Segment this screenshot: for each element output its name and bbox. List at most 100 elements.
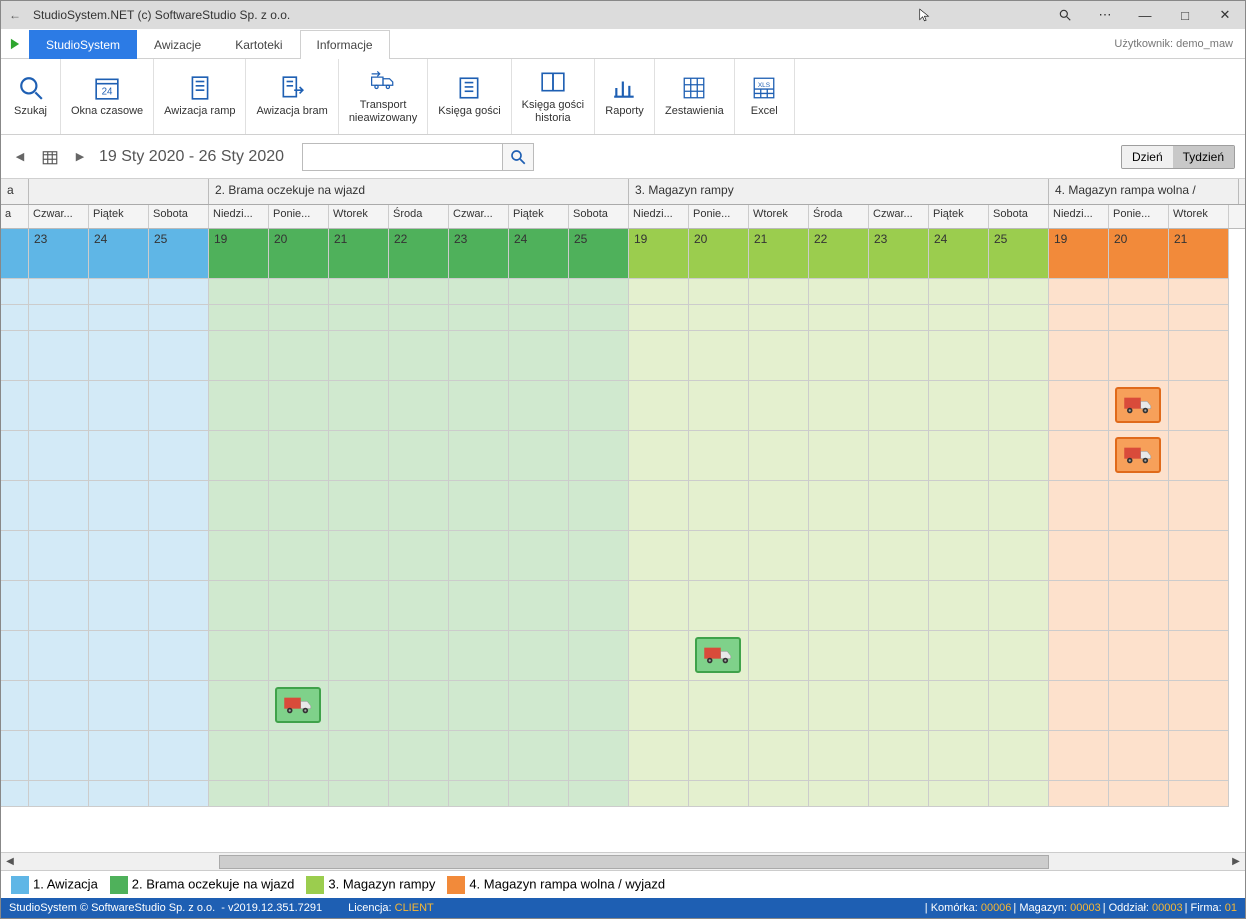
grid-cell[interactable]	[629, 381, 689, 431]
grid-cell[interactable]	[1109, 381, 1169, 431]
grid-cell[interactable]	[749, 481, 809, 531]
grid-cell[interactable]	[89, 481, 149, 531]
grid-cell[interactable]	[569, 581, 629, 631]
grid-cell[interactable]	[1109, 331, 1169, 381]
grid-cell[interactable]	[809, 681, 869, 731]
grid-cell[interactable]	[329, 305, 389, 331]
grid-cell[interactable]	[209, 781, 269, 807]
grid-cell[interactable]	[1049, 481, 1109, 531]
ribbon-excel[interactable]: XLSExcel	[735, 59, 795, 134]
grid-cell[interactable]	[689, 431, 749, 481]
grid-cell[interactable]	[749, 381, 809, 431]
grid-cell[interactable]	[989, 431, 1049, 481]
grid-cell[interactable]	[329, 581, 389, 631]
grid-cell[interactable]	[1049, 731, 1109, 781]
truck-event-icon[interactable]	[275, 687, 321, 723]
grid-cell[interactable]	[89, 381, 149, 431]
grid-cell[interactable]	[29, 581, 89, 631]
grid-cell[interactable]	[989, 631, 1049, 681]
horizontal-scrollbar[interactable]: ◀ ▶	[1, 852, 1245, 870]
grid-cell[interactable]	[209, 331, 269, 381]
back-icon[interactable]: ←	[1, 8, 29, 22]
grid-cell[interactable]	[389, 381, 449, 431]
grid-cell[interactable]	[389, 631, 449, 681]
grid-cell[interactable]	[989, 781, 1049, 807]
grid-cell[interactable]	[689, 481, 749, 531]
ribbon-zestawienia[interactable]: Zestawienia	[655, 59, 735, 134]
grid-cell[interactable]	[929, 331, 989, 381]
grid-cell[interactable]	[569, 531, 629, 581]
grid-cell[interactable]	[1169, 481, 1229, 531]
grid-cell[interactable]	[569, 731, 629, 781]
grid-cell[interactable]	[1169, 331, 1229, 381]
grid-cell[interactable]	[89, 781, 149, 807]
grid-cell[interactable]	[1109, 431, 1169, 481]
grid-cell[interactable]	[329, 279, 389, 305]
ribbon-okna-czasowe[interactable]: 24Okna czasowe	[61, 59, 154, 134]
grid-cell[interactable]	[149, 581, 209, 631]
grid-cell[interactable]	[929, 279, 989, 305]
grid-cell[interactable]	[1169, 781, 1229, 807]
scroll-left-icon[interactable]: ◀	[1, 853, 19, 871]
grid-cell[interactable]	[209, 381, 269, 431]
grid-cell[interactable]	[389, 431, 449, 481]
grid-cell[interactable]	[629, 781, 689, 807]
grid-cell[interactable]	[989, 681, 1049, 731]
grid-cell[interactable]	[569, 481, 629, 531]
grid-cell[interactable]	[149, 381, 209, 431]
grid-cell[interactable]	[1169, 731, 1229, 781]
grid-cell[interactable]	[1, 481, 29, 531]
grid-cell[interactable]	[29, 631, 89, 681]
grid-cell[interactable]	[449, 481, 509, 531]
ribbon-księga-gości-historia[interactable]: Księga gościhistoria	[512, 59, 595, 134]
search-button[interactable]	[502, 143, 534, 171]
minimize-icon[interactable]: —	[1125, 1, 1165, 29]
titlebar-more-icon[interactable]: ⋯	[1085, 1, 1125, 29]
grid-cell[interactable]	[1, 331, 29, 381]
grid-cell[interactable]	[989, 305, 1049, 331]
grid-cell[interactable]	[929, 481, 989, 531]
grid-cell[interactable]	[269, 681, 329, 731]
grid-cell[interactable]	[209, 681, 269, 731]
grid-cell[interactable]	[149, 279, 209, 305]
grid-cell[interactable]	[29, 381, 89, 431]
truck-event-icon[interactable]	[695, 637, 741, 673]
grid-cell[interactable]	[1169, 279, 1229, 305]
grid-cell[interactable]	[29, 531, 89, 581]
grid-cell[interactable]	[29, 781, 89, 807]
grid-cell[interactable]	[749, 279, 809, 305]
grid-cell[interactable]	[29, 681, 89, 731]
tab-kartoteki[interactable]: Kartoteki	[218, 30, 299, 59]
grid-cell[interactable]	[749, 305, 809, 331]
grid-cell[interactable]	[989, 481, 1049, 531]
grid-cell[interactable]	[689, 731, 749, 781]
grid-cell[interactable]	[809, 305, 869, 331]
grid-cell[interactable]	[1049, 381, 1109, 431]
grid-cell[interactable]	[569, 331, 629, 381]
toggle-week[interactable]: Tydzień	[1173, 146, 1234, 168]
grid-cell[interactable]	[209, 631, 269, 681]
ribbon-raporty[interactable]: Raporty	[595, 59, 655, 134]
grid-cell[interactable]	[89, 731, 149, 781]
grid-cell[interactable]	[929, 631, 989, 681]
grid-cell[interactable]	[509, 381, 569, 431]
grid-cell[interactable]	[929, 581, 989, 631]
grid-cell[interactable]	[509, 279, 569, 305]
grid-cell[interactable]	[389, 581, 449, 631]
ribbon-awizacja-ramp[interactable]: Awizacja ramp	[154, 59, 246, 134]
grid-cell[interactable]	[449, 279, 509, 305]
grid-cell[interactable]	[89, 681, 149, 731]
grid-cell[interactable]	[389, 681, 449, 731]
grid-cell[interactable]	[749, 781, 809, 807]
grid-cell[interactable]	[269, 531, 329, 581]
grid-cell[interactable]	[89, 431, 149, 481]
grid-cell[interactable]	[929, 431, 989, 481]
grid-cell[interactable]	[989, 731, 1049, 781]
grid-cell[interactable]	[749, 731, 809, 781]
grid-cell[interactable]	[449, 305, 509, 331]
grid-cell[interactable]	[689, 631, 749, 681]
grid-cell[interactable]	[869, 481, 929, 531]
grid-cell[interactable]	[629, 305, 689, 331]
grid-cell[interactable]	[209, 531, 269, 581]
grid-cell[interactable]	[329, 531, 389, 581]
